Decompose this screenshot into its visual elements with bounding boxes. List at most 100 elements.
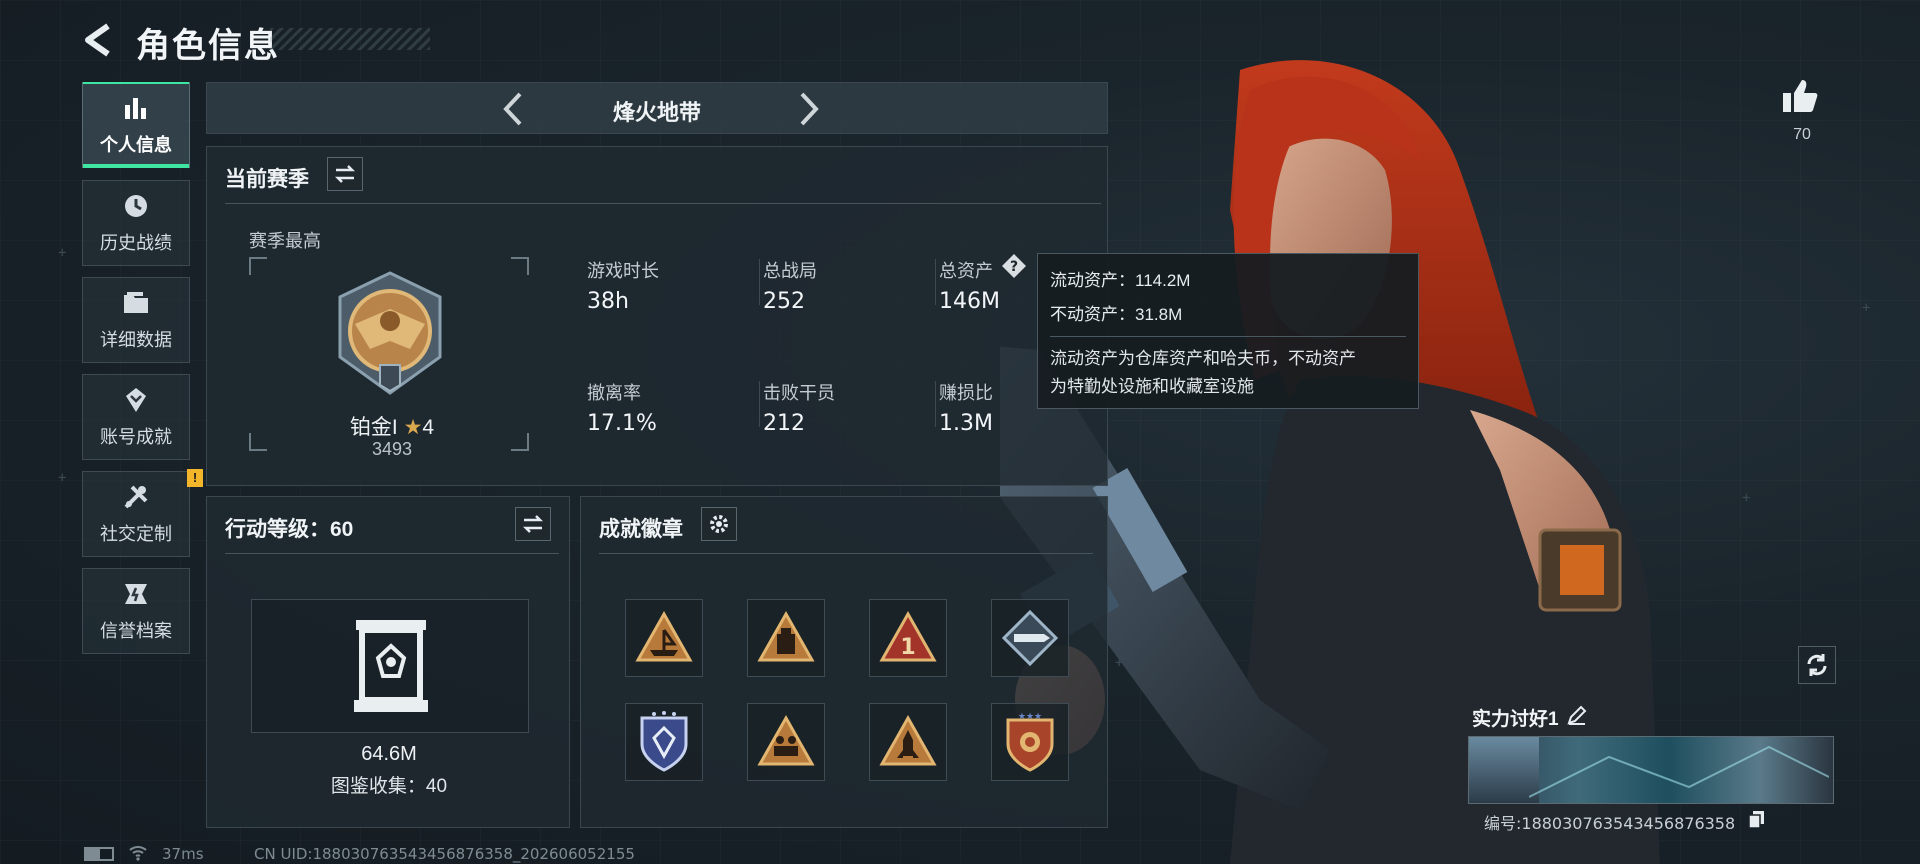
stat-value-playtime: 38h <box>587 289 629 314</box>
achievement-badge[interactable] <box>747 599 825 677</box>
stat-separator <box>759 259 760 305</box>
display-case-icon <box>354 620 428 712</box>
rocket-badge-icon <box>879 714 937 766</box>
tooltip-liquid-assets: 流动资产：114.2M <box>1050 271 1191 290</box>
nav-label: 社交定制 <box>100 524 172 544</box>
back-button[interactable] <box>78 18 118 62</box>
stat-label-matches: 总战局 <box>763 261 817 281</box>
nav-item-history[interactable]: 历史战绩 <box>82 180 190 266</box>
grid-cross: + <box>1742 490 1751 506</box>
tools-icon <box>121 482 151 512</box>
bullet-badge-icon <box>1001 609 1059 667</box>
number-one-badge-icon: 1 <box>879 610 937 662</box>
banner-art <box>1529 745 1829 798</box>
tooltip-desc-line2: 为特勤处设施和收藏室设施 <box>1050 377 1254 396</box>
frame-corner <box>249 257 267 275</box>
level-panel: 行动等级：60 64.6M 图鉴收集：40 <box>206 496 570 828</box>
rank-emblem-icon <box>338 271 442 395</box>
achievements-settings-button[interactable] <box>701 507 737 541</box>
star-shield-badge-icon: ★★★ <box>1006 712 1054 772</box>
tooltip-desc-line1: 流动资产为仓库资产和哈夫币，不动资产 <box>1050 349 1356 368</box>
swap-icon <box>522 515 544 533</box>
stat-separator <box>935 259 936 305</box>
edit-name-button[interactable] <box>1566 704 1590 728</box>
player-name: 实力讨好1 <box>1472 709 1559 730</box>
achievement-badge[interactable] <box>747 703 825 781</box>
frame-corner <box>511 433 529 451</box>
stat-separator <box>935 381 936 427</box>
achievement-badge[interactable] <box>625 703 703 781</box>
chevron-right-icon <box>800 92 819 126</box>
achievement-icon <box>121 385 151 415</box>
grid-cross: + <box>1862 300 1871 316</box>
battery-icon <box>84 847 114 861</box>
rank-row: 铂金I ★4 <box>307 411 477 441</box>
achievement-badge[interactable] <box>625 599 703 677</box>
nav-item-reputation[interactable]: 信誉档案 <box>82 568 190 654</box>
collection-value: 64.6M <box>361 743 417 765</box>
divider <box>599 553 1093 554</box>
copy-id-button[interactable] <box>1748 810 1766 829</box>
uid-text: CN UID:18803076354345687635​8_2026060521… <box>254 845 635 863</box>
level-switch-button[interactable] <box>515 507 551 541</box>
boat-badge-icon <box>635 610 693 662</box>
collection-count: 图鉴收集：40 <box>330 776 448 797</box>
stat-value-matches: 252 <box>763 289 805 314</box>
reputation-icon <box>121 579 151 609</box>
swap-icon <box>334 165 356 183</box>
nav-item-achievements[interactable]: 账号成就 <box>82 374 190 460</box>
svg-text:★★★: ★★★ <box>1018 712 1042 722</box>
nav-label: 账号成就 <box>100 427 172 447</box>
stat-value-profit-ratio: 1.3M <box>939 411 993 436</box>
stat-label-kills: 击败干员 <box>763 383 835 403</box>
stat-label-assets: 总资产 <box>939 261 993 281</box>
stat-separator <box>759 381 760 427</box>
like-count: 70 <box>1793 126 1811 143</box>
stat-value-kills: 212 <box>763 411 805 436</box>
player-banner[interactable] <box>1468 736 1834 804</box>
thumbs-up-icon <box>1783 80 1818 112</box>
ping-value: 37ms <box>162 845 204 863</box>
folder-icon <box>121 288 151 318</box>
shield-badge-icon <box>640 711 688 772</box>
pencil-icon <box>1567 705 1587 725</box>
refresh-button[interactable] <box>1798 646 1836 684</box>
rank-stars: 4 <box>422 416 435 439</box>
season-switch-button[interactable] <box>327 157 363 191</box>
nav-item-social[interactable]: 社交定制 ! <box>82 469 203 557</box>
nav-label: 历史战绩 <box>100 233 172 253</box>
achievement-badge[interactable]: 1 <box>869 599 947 677</box>
frame-corner <box>249 433 267 451</box>
stat-value-extract-rate: 17.1% <box>587 411 657 436</box>
title-decoration <box>270 28 430 50</box>
season-best-label: 赛季最高 <box>249 231 321 251</box>
achievement-badge[interactable] <box>991 599 1069 677</box>
level-title: 行动等级：60 <box>225 518 354 541</box>
nav-label: 详细数据 <box>100 330 172 350</box>
mode-selector: 烽火地带 <box>206 82 1108 134</box>
nav-label: 信誉档案 <box>100 621 172 641</box>
frame-corner <box>511 257 529 275</box>
warning-badge: ! <box>187 469 203 487</box>
collection-showcase[interactable] <box>251 599 529 733</box>
assets-help-button[interactable]: ? <box>1001 253 1027 279</box>
tooltip-fixed-assets: 不动资产：31.8M <box>1050 305 1183 324</box>
svg-text:?: ? <box>1010 259 1018 275</box>
nav-item-personal-info[interactable]: 个人信息 <box>82 82 190 168</box>
nav-item-details[interactable]: 详细数据 <box>82 277 190 363</box>
bag-badge-icon <box>757 610 815 662</box>
achievements-panel: 成就徽章 1 ★★★ <box>580 496 1108 828</box>
help-icon: ? <box>1002 254 1026 278</box>
nav-label: 个人信息 <box>100 135 172 155</box>
divider <box>225 553 559 554</box>
achievement-badge[interactable]: ★★★ <box>991 703 1069 781</box>
mode-next-button[interactable] <box>791 91 827 127</box>
season-panel: 当前赛季 赛季最高 铂金I ★4 3493 游戏时长 38h 总战局 252 总… <box>206 146 1108 486</box>
achievement-badge[interactable] <box>869 703 947 781</box>
back-arrow-icon <box>85 23 110 57</box>
squad-badge-icon <box>757 714 815 766</box>
mode-label: 烽火地带 <box>612 100 701 125</box>
like-button[interactable] <box>1780 76 1824 120</box>
grid-cross: + <box>58 245 67 261</box>
refresh-icon <box>1807 654 1827 676</box>
